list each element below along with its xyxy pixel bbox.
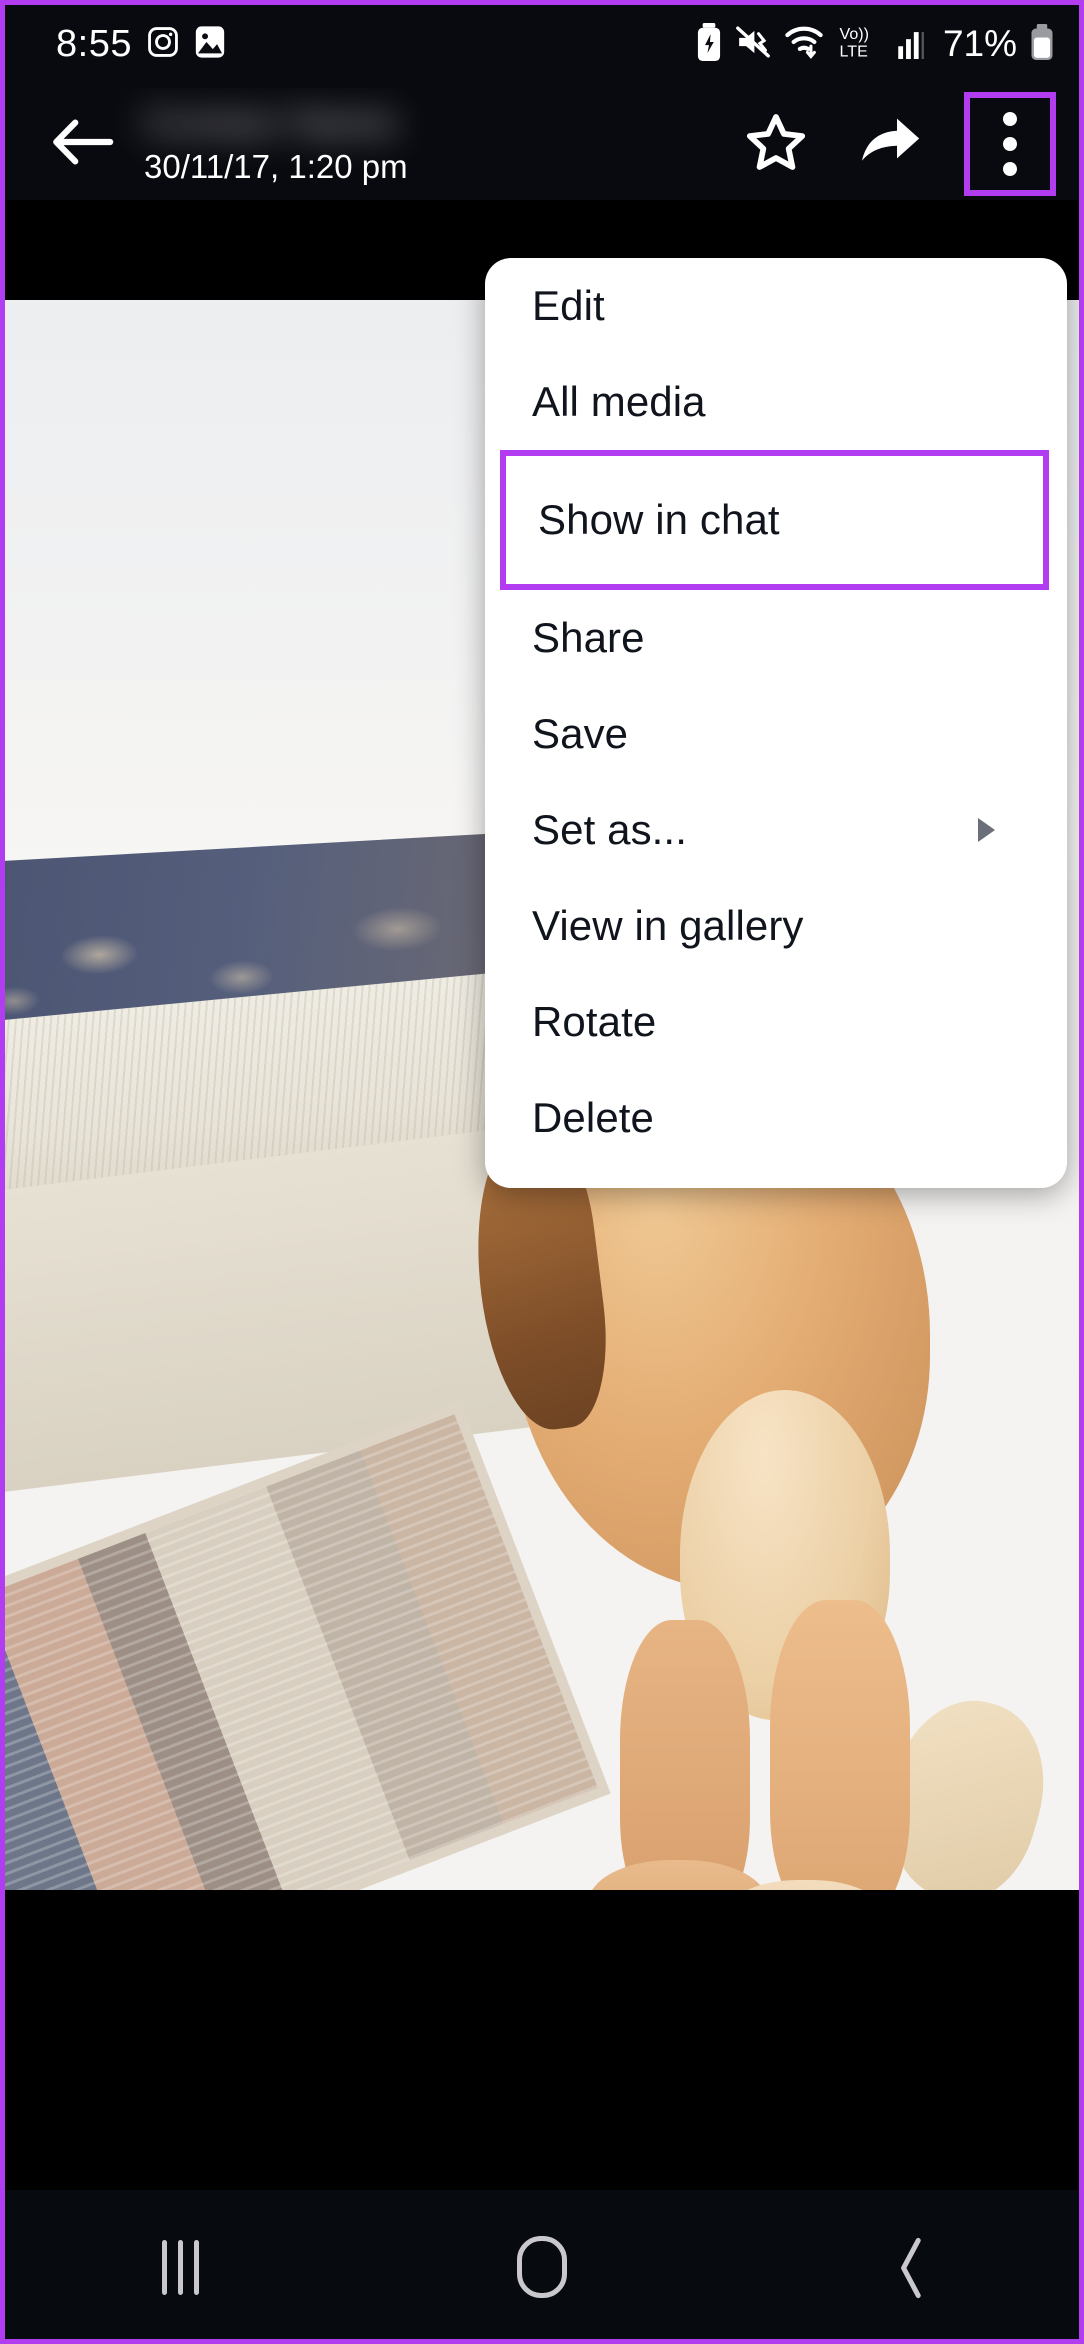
message-date: 30/11/17, 1:20 pm [144,148,408,185]
menu-item-label: Delete [532,1094,655,1141]
nav-back-button[interactable] [723,2190,1084,2344]
menu-item-all-media[interactable]: All media [485,354,1067,450]
status-bar-right: Vo)) LTE 71% [696,22,1054,66]
battery-percent-label: 71% [942,23,1017,64]
gallery-icon [194,25,226,64]
conversation-title-block: Contact Name 30/11/17, 1:20 pm [144,102,736,186]
volte-icon: Vo)) LTE [837,23,883,66]
menu-item-share[interactable]: Share [485,590,1067,686]
svg-text:Vo)): Vo)) [839,25,868,43]
battery-icon [1030,23,1054,66]
menu-item-edit[interactable]: Edit [485,258,1067,354]
status-bar-left: 8:55 [56,23,226,66]
menu-item-label: Rotate [532,998,657,1045]
vibrate-mute-icon [735,25,771,64]
wifi-icon [784,24,824,65]
star-outline-icon [745,112,807,177]
svg-text:LTE: LTE [839,42,868,60]
menu-item-view-in-gallery[interactable]: View in gallery [485,878,1067,974]
menu-item-label: Set as... [532,806,687,853]
home-button[interactable] [361,2190,722,2344]
menu-item-save[interactable]: Save [485,686,1067,782]
menu-item-label: Edit [532,282,605,329]
chevron-right-icon [978,818,995,842]
menu-item-label: Save [532,710,629,757]
menu-item-rotate[interactable]: Rotate [485,974,1067,1070]
overflow-menu: Edit All media Show in chat Share Save S… [485,258,1067,1188]
app-bar: Contact Name 30/11/17, 1:20 pm [0,88,1084,200]
menu-item-label: Show in chat [538,496,780,543]
status-clock: 8:55 [56,22,132,65]
menu-item-label: All media [532,378,706,425]
app-bar-actions [736,92,1064,196]
status-bar: 8:55 Vo)) LTE 71% [0,0,1084,88]
menu-item-label: Share [532,614,645,661]
forward-arrow-icon [857,114,923,175]
system-nav-bar [0,2190,1084,2344]
phone-screen: 8:55 Vo)) LTE 71% Contact Name 30/11/17,… [0,0,1084,2344]
recents-icon [162,2239,200,2295]
star-button[interactable] [736,104,816,184]
signal-bars-icon [896,25,926,64]
menu-item-show-in-chat[interactable]: Show in chat [500,450,1049,590]
recents-button[interactable] [0,2190,361,2344]
forward-button[interactable] [850,104,930,184]
back-button[interactable] [40,101,126,187]
menu-item-delete[interactable]: Delete [485,1070,1067,1166]
contact-name: Contact Name [144,102,399,143]
menu-item-set-as[interactable]: Set as... [485,782,1067,878]
menu-item-label: View in gallery [532,902,804,949]
overflow-menu-button[interactable] [964,92,1056,196]
battery-saver-icon [696,22,722,66]
home-icon [516,2236,567,2298]
three-dot-menu-icon [1003,112,1017,176]
back-icon [886,2236,920,2298]
menu-item-report[interactable]: Report [485,1166,1067,1188]
instagram-icon [146,25,180,64]
letterbox-bottom [0,1890,1084,2190]
back-arrow-icon [52,116,114,173]
